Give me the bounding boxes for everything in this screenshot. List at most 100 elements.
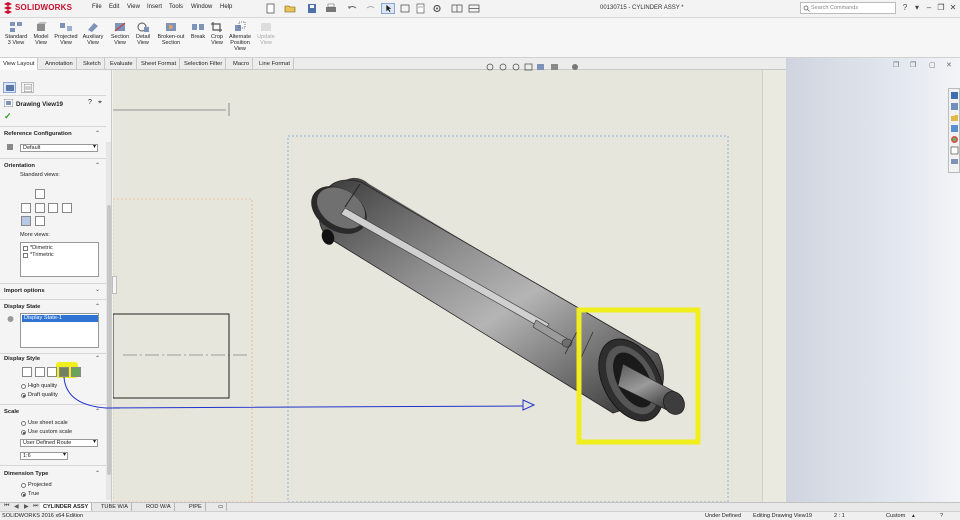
scroll-prev-icon[interactable]: ◀ [14, 503, 19, 510]
redo-icon[interactable] [364, 3, 378, 14]
save-icon[interactable] [305, 3, 319, 14]
hide-show-items-icon[interactable] [572, 64, 578, 70]
use-custom-scale-radio[interactable] [21, 430, 26, 435]
section-view-toolbar-icon[interactable] [524, 63, 533, 71]
drawing-graphics[interactable] [113, 58, 786, 502]
undo-icon[interactable] [345, 3, 359, 14]
help-icon[interactable]: ? [88, 99, 92, 106]
scroll-first-icon[interactable]: ⏮ [4, 503, 9, 510]
crop-view-button[interactable]: Crop View [209, 21, 225, 46]
dimetric-checkbox[interactable] [23, 246, 28, 251]
pane-maximize-icon[interactable]: ▢ [929, 61, 936, 69]
print-icon[interactable] [324, 3, 338, 14]
import-options-header[interactable]: Import options [4, 288, 45, 294]
view-bottom-button[interactable] [35, 216, 45, 226]
break-button[interactable]: Break [188, 21, 208, 40]
zoom-to-fit-icon[interactable] [486, 63, 494, 71]
help-question-icon[interactable]: ? [900, 3, 910, 13]
wireframe-style-button[interactable] [22, 367, 32, 377]
appearances-icon[interactable] [950, 135, 959, 144]
feature-manager-tab[interactable] [3, 82, 16, 93]
select-pointer-icon[interactable] [381, 3, 395, 14]
status-units[interactable]: Custom [886, 513, 905, 519]
pane-close-icon[interactable]: ✕ [946, 61, 952, 69]
chevron-down-icon[interactable]: ▾ [912, 3, 922, 13]
menu-tools[interactable]: Tools [169, 4, 183, 10]
collapse-chevron-icon[interactable]: ⌃ [95, 355, 100, 362]
tab-view-layout[interactable]: View Layout [0, 58, 39, 70]
forum-icon[interactable] [950, 157, 959, 166]
more-views-list[interactable]: *Dimetric *Trimetric [20, 242, 99, 277]
expand-chevron-icon[interactable]: ⌄ [95, 286, 100, 293]
design-library-icon[interactable] [950, 102, 959, 111]
scroll-last-icon[interactable]: ⏭ [33, 503, 38, 510]
status-sheet-scale[interactable]: 2 : 1 [834, 513, 845, 519]
collapse-chevron-icon[interactable]: ⌃ [95, 470, 100, 477]
trimetric-checkbox[interactable] [23, 253, 28, 258]
pane-restore-icon[interactable]: ❐ [893, 61, 899, 69]
zoom-to-area-icon[interactable] [499, 63, 507, 71]
display-state-header[interactable]: Display State [4, 304, 40, 310]
menu-insert[interactable]: Insert [147, 4, 162, 10]
tab-sketch[interactable]: Sketch [80, 58, 105, 70]
panel-splitter-handle[interactable] [112, 276, 117, 294]
previous-view-icon[interactable] [512, 63, 520, 71]
menu-file[interactable]: File [92, 4, 102, 10]
section-view-button[interactable]: Section View [108, 21, 132, 46]
detail-view-button[interactable]: Detail View [133, 21, 153, 46]
menu-edit[interactable]: Edit [109, 4, 119, 10]
custom-properties-icon[interactable] [950, 146, 959, 155]
view-orientation-icon[interactable] [537, 64, 544, 70]
display-style-header[interactable]: Display Style [4, 356, 40, 362]
tab-annotation[interactable]: Annotation [42, 58, 77, 70]
pin-icon[interactable]: ⌖ [98, 99, 102, 107]
reference-configuration-select[interactable]: Default [20, 144, 98, 152]
view-isometric-button[interactable] [21, 216, 31, 226]
open-folder-icon[interactable] [283, 3, 297, 14]
close-icon[interactable]: ✕ [948, 3, 958, 13]
file-properties-icon[interactable] [414, 3, 428, 14]
use-sheet-scale-radio[interactable] [21, 421, 26, 426]
cylinder-assembly-model[interactable] [302, 176, 688, 432]
collapse-chevron-icon[interactable]: ⌃ [95, 303, 100, 310]
rebuild-icon[interactable] [398, 3, 412, 14]
heads-up-view-toolbar[interactable] [486, 63, 578, 71]
reference-configuration-header[interactable]: Reference Configuration [4, 131, 72, 137]
auxiliary-view-button[interactable]: Auxiliary View [80, 21, 106, 46]
true-radio[interactable] [21, 492, 26, 497]
property-manager-tab[interactable] [21, 82, 34, 93]
orientation-header[interactable]: Orientation [4, 163, 35, 169]
view-front-button[interactable] [35, 203, 45, 213]
scale-ratio-input[interactable]: 1:6 [20, 452, 68, 460]
new-document-icon[interactable] [264, 3, 278, 14]
model-view-button[interactable]: Model View [30, 21, 52, 46]
view-right-button[interactable] [48, 203, 58, 213]
units-chevron-up-icon[interactable]: ▴ [912, 513, 915, 519]
view-top-button[interactable] [62, 203, 72, 213]
solidworks-resources-icon[interactable] [950, 91, 959, 100]
menu-view[interactable]: View [127, 4, 140, 10]
restore-icon[interactable]: ❐ [936, 3, 946, 13]
projected-view-button[interactable]: Projected View [53, 21, 79, 46]
tile-horizontal-icon[interactable] [450, 3, 464, 14]
standard-3-view-button[interactable]: Standard 3 View [3, 21, 29, 46]
hidden-lines-removed-style-button[interactable] [47, 367, 57, 377]
view-back-button[interactable] [35, 189, 45, 199]
search-commands-input[interactable]: Search Commands [800, 2, 896, 14]
broken-out-section-button[interactable]: Broken-out Section [155, 21, 187, 46]
file-explorer-icon[interactable] [950, 113, 959, 122]
display-state-list[interactable]: Display State-1 [20, 313, 99, 348]
display-style-toolbar-icon[interactable] [551, 64, 558, 70]
menu-window[interactable]: Window [191, 4, 212, 10]
custom-scale-select[interactable]: User Defined Route [20, 439, 98, 447]
alternate-position-view-button[interactable]: Alternate Position View [226, 21, 254, 52]
collapse-chevron-icon[interactable]: ⌃ [95, 162, 100, 169]
projected-radio[interactable] [21, 483, 26, 488]
status-help-icon[interactable]: ? [940, 513, 943, 519]
pane-restore-icon-2[interactable]: ❐ [910, 61, 916, 69]
ok-check-icon[interactable]: ✓ [4, 111, 12, 122]
view-palette-icon[interactable] [950, 124, 959, 133]
collapse-chevron-icon[interactable]: ⌃ [95, 130, 100, 137]
draft-quality-radio[interactable] [21, 393, 26, 398]
tile-vertical-icon[interactable] [467, 3, 481, 14]
